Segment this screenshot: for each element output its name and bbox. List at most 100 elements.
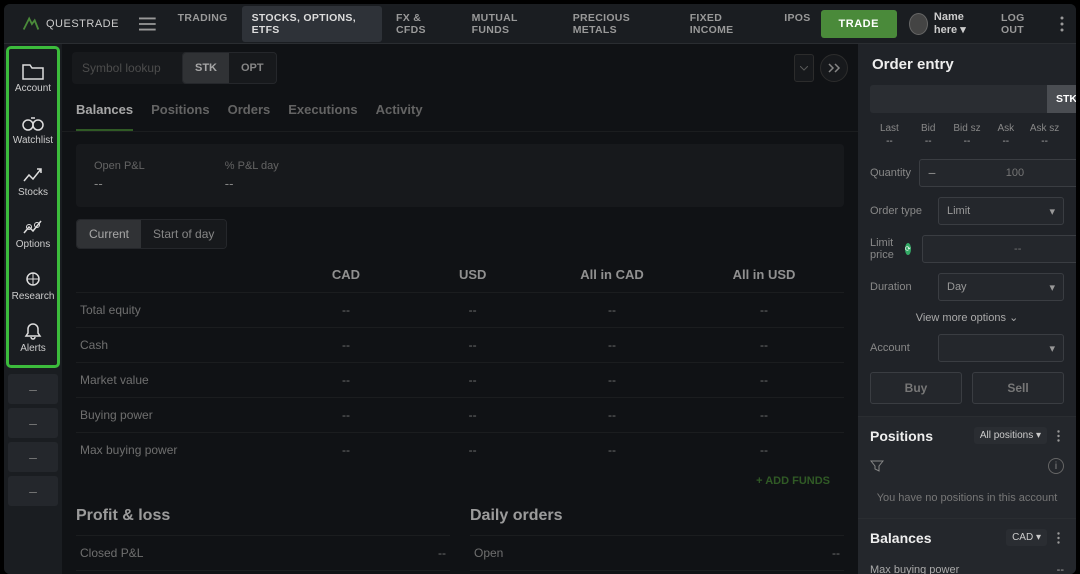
table-row: Cash-------- [76,327,844,362]
order-entry-title: Order entry [858,44,1076,85]
center-panel: STK OPT Balances Positions Orders Execut… [62,44,858,574]
nav-trading[interactable]: TRADING [168,6,238,42]
left-rail: Account Watchlist Stocks Options Researc… [4,44,62,574]
rail-watchlist[interactable]: Watchlist [11,103,55,155]
col-usd: USD [409,267,536,282]
limit-price-label: Limit price [870,237,894,261]
folder-icon [21,61,45,81]
positions-title: Positions [870,428,933,444]
nav-mutual-funds[interactable]: MUTUAL FUNDS [462,6,559,42]
chevron-down-icon: ▾ [1049,342,1055,355]
order-stk-toggle[interactable]: STK [1047,85,1076,113]
positions-filter-dropdown[interactable]: All positions ▾ [974,427,1047,444]
quantity-label: Quantity [870,167,911,179]
daily-orders-section: Daily orders Open-- Closed-- -- [470,507,844,574]
logo[interactable]: QUESTRADE [12,13,127,35]
pnl-summary: Open P&L -- % P&L day -- [76,144,844,207]
tab-balances[interactable]: Balances [76,92,133,131]
limit-price-stepper[interactable]: + [922,235,1076,263]
symbol-dropdown[interactable] [794,54,814,82]
quantity-stepper[interactable]: − + [919,159,1076,187]
top-nav: TRADING STOCKS, OPTIONS, ETFS FX & CFDS … [168,6,821,42]
order-type-select[interactable]: Limit▾ [938,197,1064,225]
chevron-down-icon: ⌄ [1009,312,1018,324]
balance-table: CAD USD All in CAD All in USD Total equi… [76,257,844,467]
duration-select[interactable]: Day▾ [938,273,1064,301]
tab-orders[interactable]: Orders [228,92,271,131]
opt-toggle[interactable]: OPT [229,53,276,83]
rail-research[interactable]: Research [11,259,55,311]
pct-pnl-day-value: -- [225,176,279,191]
rail-slot-3[interactable]: – [8,442,58,472]
list-item: Closed-- [470,570,844,574]
nav-stocks-options-etfs[interactable]: STOCKS, OPTIONS, ETFS [242,6,382,42]
open-pnl-value: -- [94,176,145,191]
table-row: Total equity-------- [76,292,844,327]
user-dropdown[interactable]: Name here ▾ [909,11,989,36]
brand-name: QUESTRADE [46,18,119,30]
nav-ipos[interactable]: IPOS [774,6,820,42]
quantity-input[interactable] [944,167,1076,179]
balances-section: Balances CAD ▾ Max buying power-- Buying… [858,518,1076,574]
nav-precious-metals[interactable]: PRECIOUS METALS [563,6,676,42]
info-icon[interactable]: i [1048,458,1064,474]
account-label: Account [870,342,930,354]
daily-orders-title: Daily orders [470,507,844,525]
more-icon[interactable] [1056,16,1068,32]
rail-options[interactable]: Options [11,207,55,259]
balances-currency-dropdown[interactable]: CAD ▾ [1006,529,1047,546]
more-icon[interactable] [1053,532,1064,544]
rail-slot-4[interactable]: – [8,476,58,506]
quote-row: Last-- Bid-- Bid sz-- Ask-- Ask sz-- [870,123,1064,147]
more-icon[interactable] [1053,430,1064,442]
nav-fixed-income[interactable]: FIXED INCOME [680,6,771,42]
account-select[interactable]: ▾ [938,334,1064,362]
rail-slot-2[interactable]: – [8,408,58,438]
filter-icon[interactable] [870,460,884,472]
list-item: -- [76,570,450,574]
trade-button[interactable]: TRADE [821,10,897,38]
positions-section: Positions All positions ▾ i You have no … [858,416,1076,518]
avatar-icon [909,13,928,35]
logo-icon [20,13,42,35]
stk-toggle[interactable]: STK [183,53,229,83]
rail-alerts[interactable]: Alerts [11,311,55,363]
chevron-down-icon: ▾ [1049,205,1055,218]
logout-link[interactable]: LOG OUT [1001,12,1044,36]
minus-icon[interactable]: − [920,160,944,186]
tab-activity[interactable]: Activity [376,92,423,131]
add-funds-link[interactable]: + ADD FUNDS [76,467,844,495]
expand-button[interactable] [820,54,848,82]
profit-loss-title: Profit & loss [76,507,450,525]
rail-stocks[interactable]: Stocks [11,155,55,207]
rail-slot-1[interactable]: – [8,374,58,404]
sell-button[interactable]: Sell [972,372,1064,404]
rail-highlight: Account Watchlist Stocks Options Researc… [6,46,60,368]
view-more-options[interactable]: View more options ⌄ [870,311,1064,324]
chart-up-icon [21,165,45,185]
positions-empty-message: You have no positions in this account [858,478,1076,518]
snap-icon[interactable]: ⟳ [905,243,911,255]
nav-fx-cfds[interactable]: FX & CFDS [386,6,458,42]
account-tabs: Balances Positions Orders Executions Act… [62,92,858,132]
toggle-start-of-day[interactable]: Start of day [141,220,226,248]
menu-icon[interactable] [139,17,156,31]
tab-executions[interactable]: Executions [288,92,357,131]
order-symbol-input[interactable] [870,85,1047,113]
rail-account[interactable]: Account [11,51,55,103]
binoculars-icon [21,113,45,133]
col-cad: CAD [283,267,410,282]
table-row: Max buying power-------- [76,432,844,467]
tab-positions[interactable]: Positions [151,92,210,131]
minus-icon[interactable] [923,236,947,262]
user-name: Name here ▾ [934,11,989,36]
buy-button[interactable]: Buy [870,372,962,404]
limit-price-input[interactable] [947,243,1076,255]
profit-loss-section: Profit & loss Closed P&L-- -- P&L day-- … [76,507,450,574]
col-all-cad: All in CAD [536,267,688,282]
table-row: Market value-------- [76,362,844,397]
top-bar: QUESTRADE TRADING STOCKS, OPTIONS, ETFS … [4,4,1076,44]
list-item: Closed P&L-- [76,535,450,570]
toggle-current[interactable]: Current [77,220,141,248]
symbol-lookup-input[interactable] [72,61,182,75]
